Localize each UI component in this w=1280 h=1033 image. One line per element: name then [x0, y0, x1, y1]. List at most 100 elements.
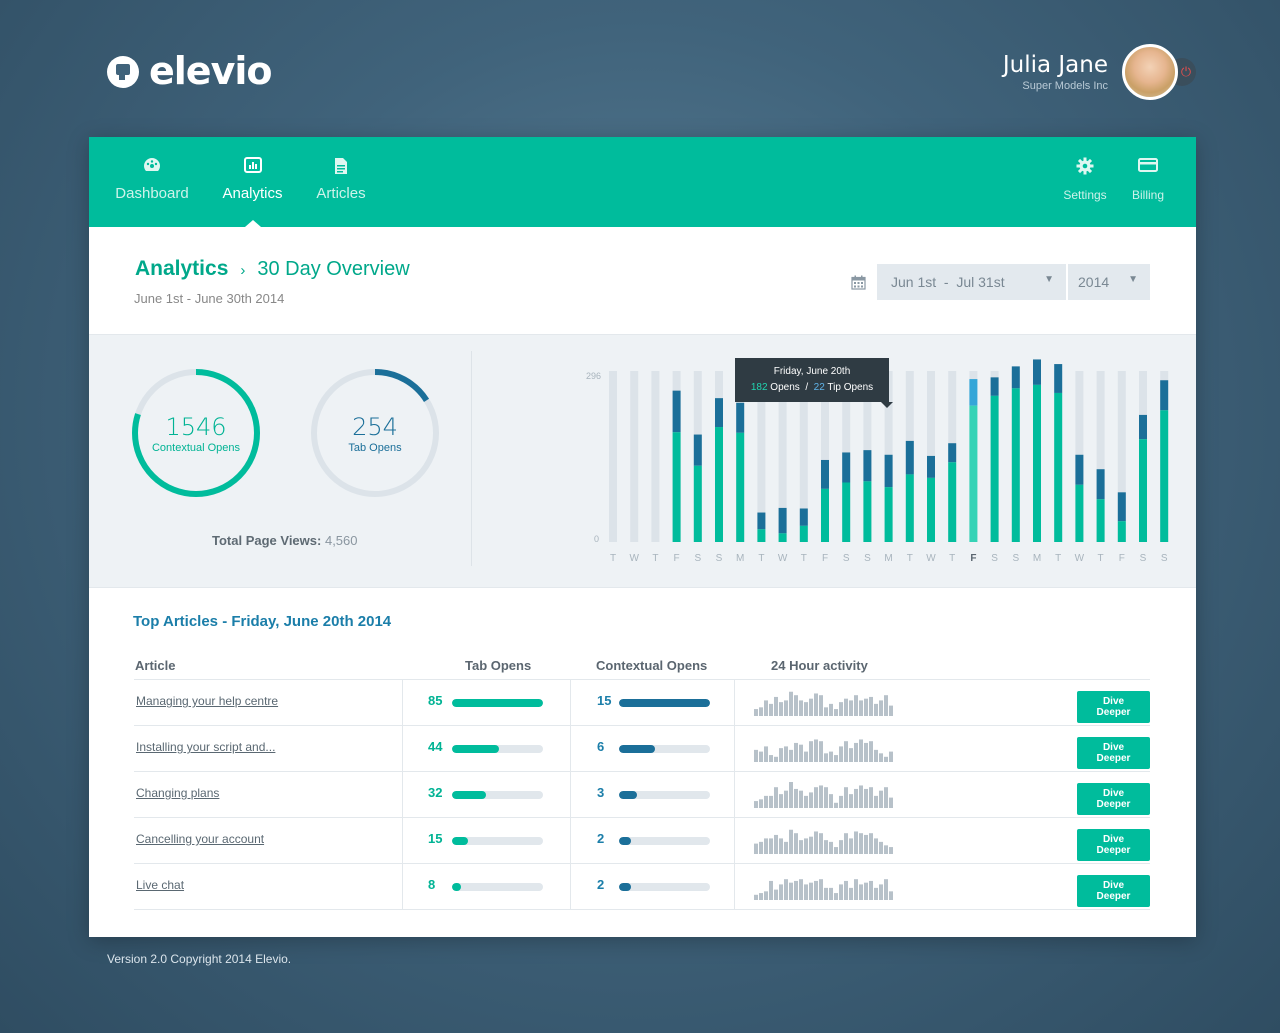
col-contextual-opens: Contextual Opens: [596, 658, 708, 673]
bar-contextual-opens[interactable]: [757, 529, 766, 542]
activity-bar: [819, 695, 823, 716]
bar-contextual-opens[interactable]: [715, 427, 723, 542]
bar-contextual-opens[interactable]: [1054, 392, 1063, 542]
bar-tab-opens[interactable]: [1096, 469, 1105, 500]
avatar[interactable]: [1122, 44, 1178, 100]
activity-bar: [874, 887, 878, 900]
bar-tab-opens[interactable]: [736, 402, 745, 433]
bar-contextual-opens[interactable]: [990, 395, 999, 542]
bar-tab-opens[interactable]: [757, 512, 766, 530]
tab-analytics[interactable]: Analytics: [220, 157, 285, 202]
bar-tab-opens[interactable]: [693, 434, 702, 466]
breadcrumb-section[interactable]: Analytics: [135, 257, 228, 281]
x-tick-label: W: [778, 553, 788, 564]
tab-articles[interactable]: Articles: [315, 157, 367, 202]
tab-dashboard[interactable]: Dashboard: [115, 157, 189, 202]
top-articles-title-prefix: Top Articles: [133, 613, 219, 630]
bar-contextual-opens[interactable]: [884, 487, 893, 542]
bar-tab-opens[interactable]: [905, 440, 914, 475]
bar-contextual-opens[interactable]: [927, 477, 935, 542]
bar-tab-opens[interactable]: [948, 443, 957, 463]
bar-tab-opens[interactable]: [990, 377, 999, 396]
article-link[interactable]: Live chat: [136, 878, 184, 892]
column-divider: [734, 772, 735, 817]
activity-bar: [759, 799, 763, 808]
x-tick-label: F: [970, 553, 976, 564]
activity-bar: [859, 785, 863, 808]
article-link[interactable]: Cancelling your account: [136, 832, 264, 846]
bar-tab-opens[interactable]: [1075, 454, 1084, 485]
bar-chart-icon: [220, 157, 285, 179]
activity-bar: [839, 884, 843, 900]
activity-bar: [774, 696, 778, 716]
bar-contextual-opens[interactable]: [778, 533, 787, 542]
calendar-icon[interactable]: [851, 275, 866, 294]
bar-tab-opens[interactable]: [842, 452, 851, 483]
bar-contextual-opens[interactable]: [969, 405, 978, 542]
bar-tab-opens[interactable]: [927, 455, 935, 478]
contextual-opens-count: 2: [597, 831, 605, 846]
bar-tab-opens[interactable]: [778, 507, 787, 534]
bar-contextual-opens[interactable]: [842, 482, 851, 542]
article-link[interactable]: Changing plans: [136, 786, 219, 800]
bar-contextual-opens[interactable]: [1117, 521, 1126, 542]
tab-opens-count: 44: [428, 739, 443, 754]
activity-bar: [764, 795, 768, 808]
bar-tab-opens[interactable]: [969, 379, 978, 406]
year-select[interactable]: 2014 ▼: [1068, 264, 1150, 300]
bar-tab-opens[interactable]: [1054, 364, 1063, 393]
dive-deeper-button[interactable]: Dive Deeper: [1077, 737, 1150, 769]
bar-contextual-opens[interactable]: [821, 488, 829, 542]
bar-contextual-opens[interactable]: [1075, 484, 1084, 542]
dive-deeper-button[interactable]: Dive Deeper: [1077, 783, 1150, 815]
article-link[interactable]: Installing your script and...: [136, 740, 275, 754]
activity-bar: [844, 880, 848, 900]
activity-bar: [874, 838, 878, 854]
bar-track: [609, 371, 617, 542]
bar-contextual-opens[interactable]: [948, 462, 957, 542]
tab-settings[interactable]: Settings: [1061, 157, 1109, 202]
bar-contextual-opens[interactable]: [1160, 410, 1169, 542]
main-card: Dashboard Analytics Articles Settings Bi…: [89, 137, 1196, 937]
bar-contextual-opens[interactable]: [736, 432, 745, 542]
bar-contextual-opens[interactable]: [1011, 388, 1020, 542]
bar-tab-opens[interactable]: [821, 459, 829, 489]
activity-bar: [879, 841, 883, 854]
activity-bar: [799, 790, 803, 808]
bar-contextual-opens[interactable]: [799, 525, 808, 542]
bar-tab-opens[interactable]: [863, 450, 872, 482]
contextual-opens-bar: [619, 837, 710, 845]
activity-bar: [804, 751, 808, 762]
bar-contextual-opens[interactable]: [672, 432, 681, 542]
bar-contextual-opens[interactable]: [1139, 439, 1147, 542]
bar-tab-opens[interactable]: [1033, 359, 1041, 385]
brand-logo[interactable]: elevio: [107, 52, 272, 90]
activity-bar: [759, 707, 763, 716]
bar-contextual-opens[interactable]: [1096, 499, 1105, 542]
user-menu[interactable]: Julia Jane Super Models Inc ⏻: [1003, 44, 1196, 100]
article-link[interactable]: Managing your help centre: [136, 694, 278, 708]
dive-deeper-button[interactable]: Dive Deeper: [1077, 875, 1150, 907]
bar-contextual-opens[interactable]: [863, 481, 872, 542]
dive-deeper-button[interactable]: Dive Deeper: [1077, 691, 1150, 723]
bar-contextual-opens[interactable]: [693, 465, 702, 542]
bar-tab-opens[interactable]: [799, 508, 808, 526]
activity-bar: [844, 698, 848, 716]
tab-billing[interactable]: Billing: [1127, 157, 1169, 202]
bar-tab-opens[interactable]: [884, 454, 893, 488]
activity-bar: [889, 705, 893, 716]
date-range-select[interactable]: Jun 1st - Jul 31st ▼: [877, 264, 1066, 300]
bar-contextual-opens[interactable]: [905, 474, 914, 542]
bar-tab-opens[interactable]: [672, 390, 681, 433]
x-tick-label: F: [822, 553, 828, 564]
bar-contextual-opens[interactable]: [1033, 384, 1041, 542]
y-tick-label: 296: [586, 371, 601, 381]
bar-tab-opens[interactable]: [1117, 492, 1126, 522]
bar-tab-opens[interactable]: [1011, 366, 1020, 389]
table-row: Managing your help centre 85 15 Dive Deeper: [134, 680, 1150, 725]
activity-bar: [844, 787, 848, 808]
bar-tab-opens[interactable]: [1139, 414, 1147, 440]
bar-tab-opens[interactable]: [715, 398, 723, 428]
bar-tab-opens[interactable]: [1160, 380, 1169, 411]
dive-deeper-button[interactable]: Dive Deeper: [1077, 829, 1150, 861]
